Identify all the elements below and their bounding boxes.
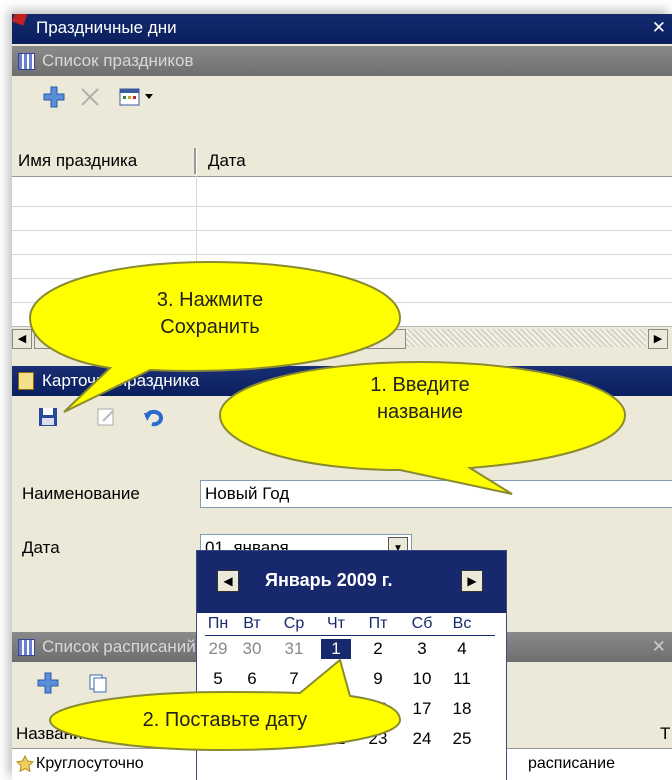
delete-button[interactable] xyxy=(78,85,102,109)
calendar-day[interactable]: 30 xyxy=(237,639,267,659)
calendar-day[interactable]: 4 xyxy=(447,639,477,659)
add-button[interactable] xyxy=(42,85,66,109)
calendar-divider xyxy=(205,635,495,636)
calendar-day[interactable]: 17 xyxy=(407,699,437,719)
calendar-day[interactable]: 8 xyxy=(321,669,351,689)
date-picker-calendar[interactable]: ◀ Январь 2009 г. ▶ Пн Вт Ср Чт Пт Сб Вс 29 30 31… xyxy=(196,550,507,780)
window-title: Праздничные дни xyxy=(36,18,177,37)
calendar-day[interactable]: 11 xyxy=(447,669,477,689)
callout-save-text: 3. Нажмите Сохранить xyxy=(156,289,264,338)
column-header-name[interactable]: Имя праздника xyxy=(18,151,137,171)
scroll-left-icon[interactable]: ◀ xyxy=(12,329,32,349)
weekday-label: Вт xyxy=(243,615,261,632)
calendar-day[interactable]: 6 xyxy=(237,669,267,689)
calendar-day[interactable]: 7 xyxy=(279,669,309,689)
window-titlebar: Праздничные дни ✕ xyxy=(12,14,672,44)
column-header-type[interactable]: Т xyxy=(660,724,670,744)
calendar-day[interactable]: 25 xyxy=(447,729,477,749)
schedule-panel-title: Список расписаний xyxy=(42,637,196,656)
list-icon xyxy=(18,639,35,656)
table-row[interactable] xyxy=(12,206,672,207)
star-icon xyxy=(16,755,34,773)
weekday-label: Вс xyxy=(452,615,472,632)
copy-button[interactable] xyxy=(86,671,110,695)
column-header-date[interactable]: Дата xyxy=(208,151,246,171)
scroll-right-icon[interactable]: ▶ xyxy=(648,329,668,349)
table-row[interactable] xyxy=(12,230,672,231)
edit-icon xyxy=(97,408,114,426)
delete-icon xyxy=(81,88,99,106)
chevron-down-icon[interactable] xyxy=(142,85,156,109)
holidays-panel-header: Список праздников xyxy=(12,46,672,76)
undo-icon xyxy=(144,409,164,427)
calendar-day[interactable]: 5 xyxy=(203,669,233,689)
table-row[interactable] xyxy=(12,278,672,279)
prev-month-icon[interactable]: ◀ xyxy=(217,570,239,592)
calendar-day[interactable]: 24 xyxy=(407,729,437,749)
save-icon xyxy=(39,408,57,426)
calendar-day[interactable]: 31 xyxy=(279,639,309,659)
copy-icon xyxy=(89,674,107,693)
app-icon xyxy=(12,14,29,26)
weekday-label: Сб xyxy=(411,615,433,632)
list-icon xyxy=(18,53,35,70)
weekday-label: Чт xyxy=(327,615,345,632)
plus-icon xyxy=(43,86,65,108)
calendar-day[interactable]: 9 xyxy=(363,669,393,689)
callout-name-text: 1. Введите название xyxy=(370,374,470,423)
plus-icon xyxy=(37,672,59,694)
name-input[interactable] xyxy=(200,480,672,508)
table-row[interactable] xyxy=(12,254,672,255)
card-panel-title: Карточка праздника xyxy=(42,371,200,390)
next-month-icon[interactable]: ▶ xyxy=(461,570,483,592)
holidays-toolbar xyxy=(12,76,672,118)
calendar-day[interactable]: 29 xyxy=(203,639,233,659)
table-header: Имя праздника Дата xyxy=(12,146,672,177)
weekday-label: Пт xyxy=(368,615,388,632)
schedule-type: расписание xyxy=(528,755,615,772)
calendar-day[interactable]: 1 xyxy=(321,639,351,659)
callout-date-text: 2. Поставьте дату xyxy=(142,709,308,731)
name-label: Наименование xyxy=(22,484,140,503)
calendar-day[interactable]: 18 xyxy=(447,699,477,719)
weekday-label: Пн xyxy=(207,615,229,632)
date-label: Дата xyxy=(22,538,60,557)
close-icon[interactable]: ✕ xyxy=(652,637,666,657)
calendar-day[interactable]: 10 xyxy=(407,669,437,689)
close-icon[interactable]: ✕ xyxy=(652,18,666,38)
holidays-panel-title: Список праздников xyxy=(42,51,194,70)
grid-view-button[interactable] xyxy=(118,85,142,109)
column-divider xyxy=(194,148,197,174)
table-icon xyxy=(119,88,140,106)
calendar-header: ◀ Январь 2009 г. ▶ xyxy=(197,551,506,613)
add-button[interactable] xyxy=(36,671,60,695)
calendar-day[interactable]: 2 xyxy=(363,639,393,659)
calendar-day[interactable]: 3 xyxy=(407,639,437,659)
save-button[interactable] xyxy=(36,405,60,429)
calendar-month-title: Январь 2009 г. xyxy=(265,570,393,590)
card-icon xyxy=(18,372,34,390)
schedule-name: Круглосуточно xyxy=(36,755,144,772)
weekday-label: Ср xyxy=(283,615,305,632)
edit-button[interactable] xyxy=(94,405,118,429)
undo-button[interactable] xyxy=(142,405,166,429)
